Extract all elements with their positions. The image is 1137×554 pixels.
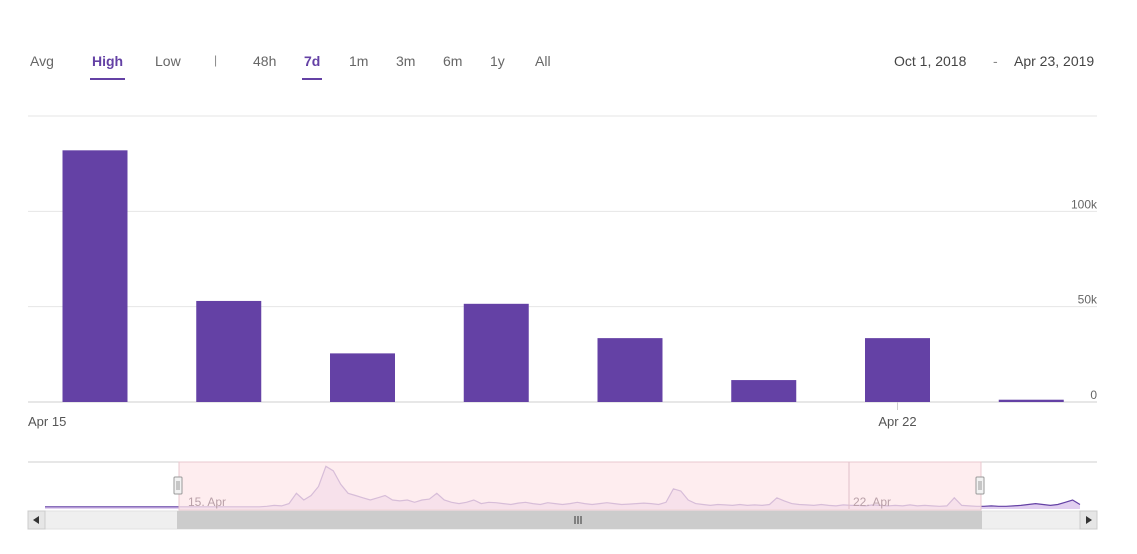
bar[interactable]: [62, 150, 128, 402]
y-tick-label: 0: [1090, 388, 1097, 402]
bar[interactable]: [330, 353, 395, 402]
bar[interactable]: [731, 380, 797, 402]
x-tick-label: Apr 22: [878, 414, 916, 429]
bar[interactable]: [865, 338, 930, 402]
bar[interactable]: [463, 303, 529, 402]
y-tick-label: 50k: [1078, 293, 1098, 307]
x-tick-label: Apr 15: [28, 414, 66, 429]
navigator-handle[interactable]: [975, 476, 985, 495]
x-axis: Apr 15 Apr 22: [28, 402, 917, 429]
bar-series: [62, 150, 1064, 402]
navigator-label: 22. Apr: [853, 495, 891, 509]
chart: 0 50k 100k Apr 15 Apr 22 15. Apr 22. Apr: [27, 115, 1098, 530]
y-axis: 0 50k 100k: [1071, 197, 1098, 402]
navigator-label: 15. Apr: [188, 495, 226, 509]
navigator[interactable]: 15. Apr 22. Apr: [27, 461, 1098, 530]
grid-lines: [28, 115, 1097, 403]
bar[interactable]: [998, 399, 1064, 402]
bar[interactable]: [597, 338, 663, 402]
navigator-handle[interactable]: [173, 476, 183, 495]
bar[interactable]: [196, 300, 262, 402]
y-tick-label: 100k: [1071, 197, 1098, 211]
scrollbar-thumb[interactable]: [177, 511, 982, 529]
